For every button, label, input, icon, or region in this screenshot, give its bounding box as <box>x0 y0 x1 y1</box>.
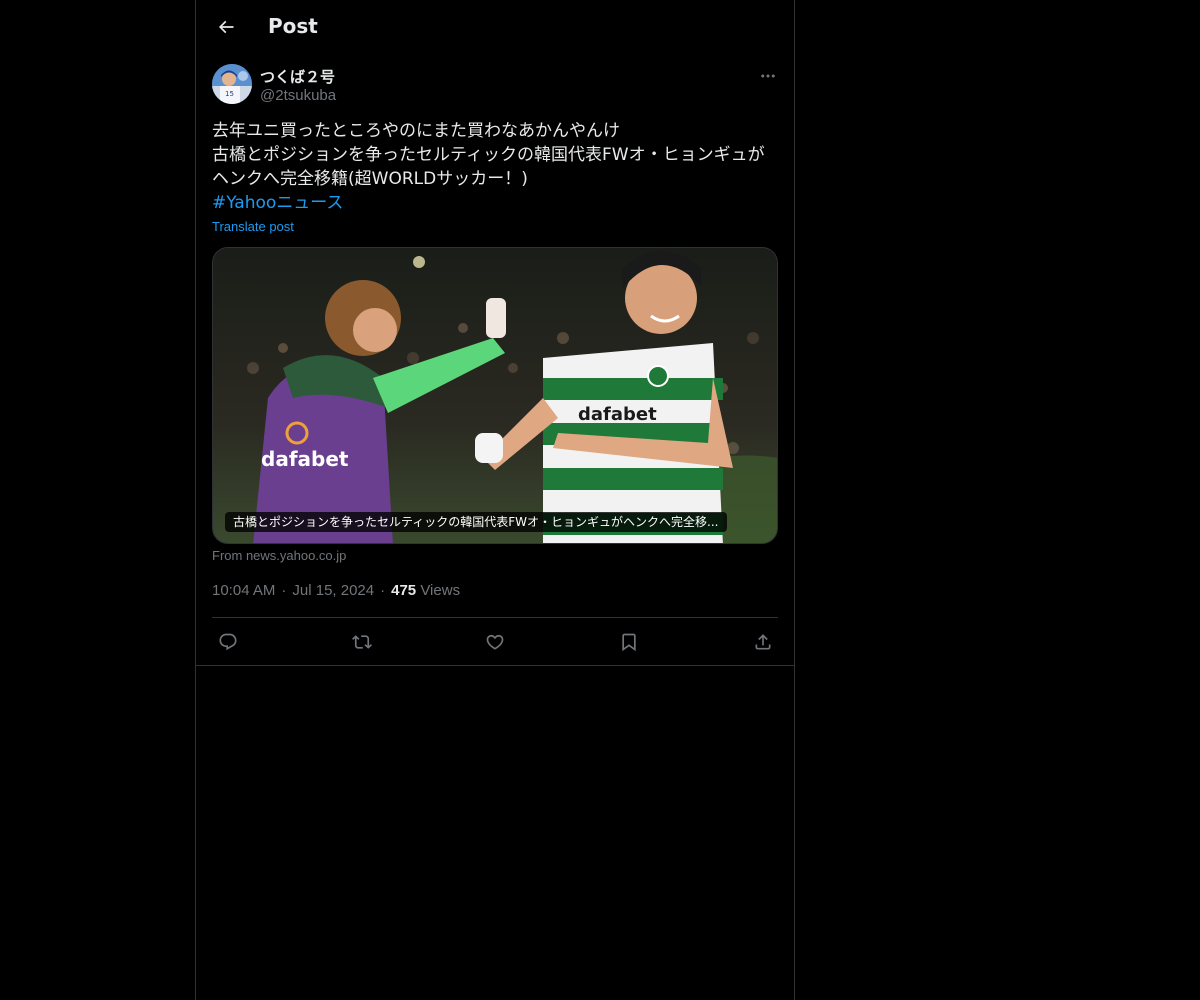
views-label: Views <box>420 582 461 599</box>
hashtag-link[interactable]: #Yahooニュース <box>212 191 772 215</box>
reply-icon <box>219 633 237 651</box>
more-dots-icon <box>761 74 775 78</box>
post-date[interactable]: Jul 15, 2024 <box>292 582 374 599</box>
separator-dot: · <box>281 582 287 599</box>
author-avatar[interactable]: 15 <box>212 64 252 104</box>
bookmark-icon <box>622 633 636 652</box>
translate-post-link[interactable]: Translate post <box>212 219 294 234</box>
share-button[interactable] <box>747 626 779 658</box>
post-meta: 10:04 AM · Jul 15, 2024 · 475 Views <box>212 582 460 599</box>
svg-text:dafabet: dafabet <box>261 447 349 471</box>
link-card[interactable]: dafabet dafabet 古橋とポジションを争ったセルティックの韓国代表F… <box>212 247 778 544</box>
post-body: 去年ユニ買ったところやのにまた買わなあかんやんけ 古橋とポジションを争ったセルテ… <box>212 119 772 215</box>
bookmark-button[interactable] <box>613 626 645 658</box>
card-source[interactable]: From news.yahoo.co.jp <box>212 548 346 563</box>
card-caption: 古橋とポジションを争ったセルティックの韓国代表FWオ・ヒョンギュがヘンクへ完全移… <box>225 512 727 532</box>
svg-text:dafabet: dafabet <box>578 404 657 425</box>
separator-dot: · <box>380 582 386 599</box>
post-time[interactable]: 10:04 AM <box>212 582 275 599</box>
soccer-celebration-photo: dafabet dafabet <box>213 248 777 543</box>
share-icon <box>755 634 771 650</box>
divider <box>196 665 794 666</box>
reply-button[interactable] <box>212 626 244 658</box>
repost-icon <box>352 635 372 649</box>
arrow-left-icon <box>218 20 234 34</box>
page-title: Post <box>268 14 318 38</box>
post-column: Post 15 つくば２号 @2tsukuba 去年ユニ買ったところやのにまた買… <box>195 0 795 1000</box>
svg-text:15: 15 <box>225 90 234 98</box>
post-text-line: 去年ユニ買ったところやのにまた買わなあかんやんけ <box>212 121 620 141</box>
like-button[interactable] <box>479 626 511 658</box>
post-text-line: 古橋とポジションを争ったセルティックの韓国代表FWオ・ヒョンギュが <box>212 145 765 165</box>
repost-button[interactable] <box>346 626 378 658</box>
author-handle[interactable]: @2tsukuba <box>260 87 336 104</box>
back-button[interactable] <box>208 9 244 45</box>
post-header: Post <box>196 0 794 54</box>
action-bar <box>212 626 778 658</box>
author-name[interactable]: つくば２号 <box>260 66 335 87</box>
post-text-line: ヘンクへ完全移籍(超WORLDサッカー！) <box>212 169 528 189</box>
views-count: 475 <box>391 582 417 599</box>
more-options-button[interactable] <box>752 64 784 88</box>
like-icon <box>486 634 504 650</box>
baseball-player-avatar: 15 <box>212 64 252 104</box>
divider <box>212 617 778 618</box>
